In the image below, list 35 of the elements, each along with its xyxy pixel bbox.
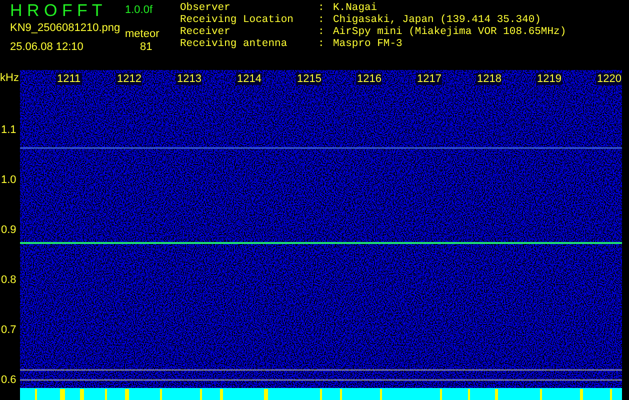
colon-separator: : <box>318 2 326 14</box>
filename-label: KN9_2506081210.png <box>10 21 120 35</box>
meteor-label: meteor <box>125 27 160 41</box>
info-value: Maspro FM-3 <box>333 38 402 50</box>
y-axis-label: 1.0 <box>1 174 16 186</box>
info-label: Receiving Location <box>180 14 294 26</box>
colon-separator: : <box>318 14 326 26</box>
x-axis-label: 1215 <box>296 73 322 85</box>
x-axis-label: 1211 <box>56 73 82 85</box>
info-value: K.Nagai <box>333 2 378 14</box>
meteor-count: 81 <box>140 40 152 54</box>
info-value: AirSpy mini (Miakejima VOR 108.65MHz) <box>333 26 566 38</box>
colon-separator: : <box>318 38 326 50</box>
axis-unit-label: kHz <box>0 72 19 84</box>
y-axis-label: 0.6 <box>1 374 16 386</box>
x-axis-label: 1213 <box>176 73 202 85</box>
app-title: H R O F F T <box>10 1 102 21</box>
datetime-label: 25.06.08 12:10 <box>10 40 84 54</box>
y-axis-label: 1.1 <box>1 124 16 136</box>
y-axis-label: 0.7 <box>1 324 16 336</box>
x-axis-label: 1212 <box>116 73 142 85</box>
y-axis-label: 0.9 <box>1 224 16 236</box>
x-axis-label: 1218 <box>476 73 502 85</box>
colon-separator: : <box>318 26 326 38</box>
info-label: Observer <box>180 2 232 14</box>
x-axis-label: 1216 <box>356 73 382 85</box>
x-axis-label: 1214 <box>236 73 262 85</box>
version-label: 1.0.0f <box>125 3 153 17</box>
x-axis-label: 1219 <box>536 73 562 85</box>
x-axis-label: 1217 <box>416 73 442 85</box>
info-value: Chigasaki, Japan (139.414 35.340) <box>333 14 541 26</box>
x-axis-label: 1220 <box>596 73 622 85</box>
info-label: Receiving antenna <box>180 38 288 50</box>
y-axis-label: 0.8 <box>1 274 16 286</box>
info-label: Receiver <box>180 26 232 38</box>
